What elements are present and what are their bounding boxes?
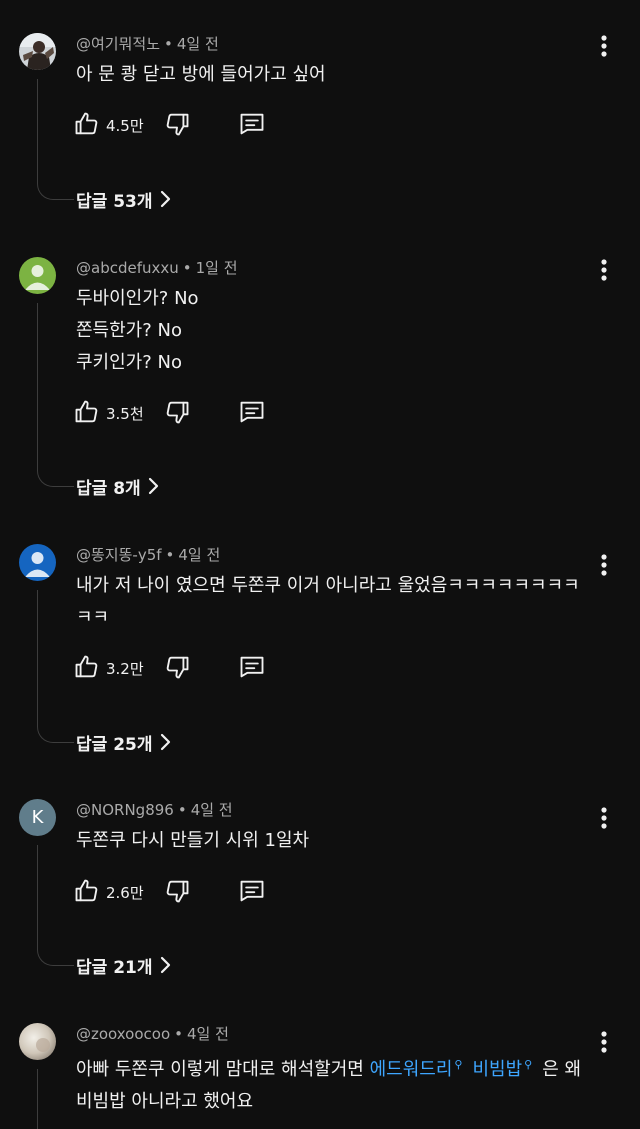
thread-line [37, 1069, 38, 1129]
thumbs-up-icon[interactable] [73, 877, 101, 909]
thread-line [37, 590, 74, 743]
thumbs-down-icon[interactable] [163, 653, 191, 685]
thumbs-up-icon[interactable] [73, 398, 101, 430]
view-replies-button[interactable]: 답글 53개 [76, 190, 171, 214]
comment-actions: 2.6만 [73, 877, 313, 907]
thread-line [37, 79, 74, 200]
chevron-right-icon [147, 477, 159, 501]
like-count: 3.2만 [106, 660, 144, 678]
thread-line [37, 303, 74, 487]
view-replies-button[interactable]: 답글 21개 [76, 956, 171, 980]
avatar[interactable] [19, 257, 56, 294]
chevron-right-icon [159, 733, 171, 757]
comment-text: 아 문 쾅 닫고 방에 들어가고 싶어 [76, 64, 326, 85]
view-replies-button[interactable]: 답글 8개 [76, 477, 159, 501]
comment-meta: @abcdefuxxu • 1일 전 [76, 259, 238, 277]
comment-actions: 3.5천 [73, 398, 313, 428]
comment-age: 1일 전 [195, 259, 238, 277]
comment-text: 두쫀쿠 다시 만들기 시위 1일차 [76, 830, 310, 851]
like-count: 3.5천 [106, 405, 144, 423]
thread-line [37, 845, 74, 966]
more-vert-icon[interactable] [594, 805, 614, 831]
avatar[interactable] [19, 544, 56, 581]
thumbs-up-icon[interactable] [73, 653, 101, 685]
reply-comment-icon[interactable] [238, 398, 266, 430]
comment-meta: @여기뭐적노 • 4일 전 [76, 35, 219, 53]
search-link[interactable]: 비빔밥 [472, 1059, 522, 1080]
comment-actions: 4.5만 [73, 110, 313, 140]
comment-meta: @zooxoocoo • 4일 전 [76, 1025, 229, 1043]
reply-comment-icon[interactable] [238, 877, 266, 909]
comment-text: 내가 저 나이 였으면 두쫀쿠 이거 아니라고 울었음ㅋㅋㅋㅋㅋㅋㅋㅋ ㅋㅋ [76, 575, 580, 628]
like-count: 2.6만 [106, 884, 144, 902]
avatar[interactable]: K [19, 799, 56, 836]
comment-author[interactable]: @NORNg896 [76, 801, 174, 819]
comment-age: 4일 전 [178, 546, 221, 564]
more-vert-icon[interactable] [594, 1029, 614, 1055]
comment-text: 아빠 두쫀쿠 이렇게 맘대로 해석할거면 에드워드리 ⚲ 비빔밥 ⚲ 은 왜 비빔밥 아… [76, 1058, 582, 1112]
more-vert-icon[interactable] [594, 33, 614, 59]
search-magnifier-icon: ⚲ [454, 1058, 463, 1071]
comment-text: 두바이인가? No 쫀득한가? No 쿠키인가? No [76, 288, 199, 373]
comment-meta: @똥지똥-y5f • 4일 전 [76, 546, 221, 564]
reply-comment-icon[interactable] [238, 653, 266, 685]
comment-actions: 3.2만 [73, 653, 313, 683]
search-magnifier-icon: ⚲ [524, 1058, 533, 1071]
avatar[interactable] [19, 33, 56, 70]
reply-comment-icon[interactable] [238, 110, 266, 142]
avatar-letter: K [31, 807, 44, 828]
comment-author[interactable]: @똥지똥-y5f [76, 546, 162, 564]
comment-author[interactable]: @zooxoocoo [76, 1025, 170, 1043]
comment-meta: @NORNg896 • 4일 전 [76, 801, 233, 819]
view-replies-button[interactable]: 답글 25개 [76, 733, 171, 757]
comment-age: 4일 전 [187, 1025, 229, 1043]
thumbs-down-icon[interactable] [163, 110, 191, 142]
search-link[interactable]: 에드워드리 [370, 1059, 453, 1080]
chevron-right-icon [159, 190, 171, 214]
more-vert-icon[interactable] [594, 257, 614, 283]
thumbs-down-icon[interactable] [163, 877, 191, 909]
like-count: 4.5만 [106, 117, 144, 135]
comment-author[interactable]: @여기뭐적노 [76, 35, 160, 53]
thumbs-up-icon[interactable] [73, 110, 101, 142]
more-vert-icon[interactable] [594, 552, 614, 578]
comment-age: 4일 전 [190, 801, 233, 819]
comment-age: 4일 전 [176, 35, 219, 53]
chevron-right-icon [159, 956, 171, 980]
thumbs-down-icon[interactable] [163, 398, 191, 430]
avatar[interactable] [19, 1023, 56, 1060]
comment-author[interactable]: @abcdefuxxu [76, 259, 179, 277]
